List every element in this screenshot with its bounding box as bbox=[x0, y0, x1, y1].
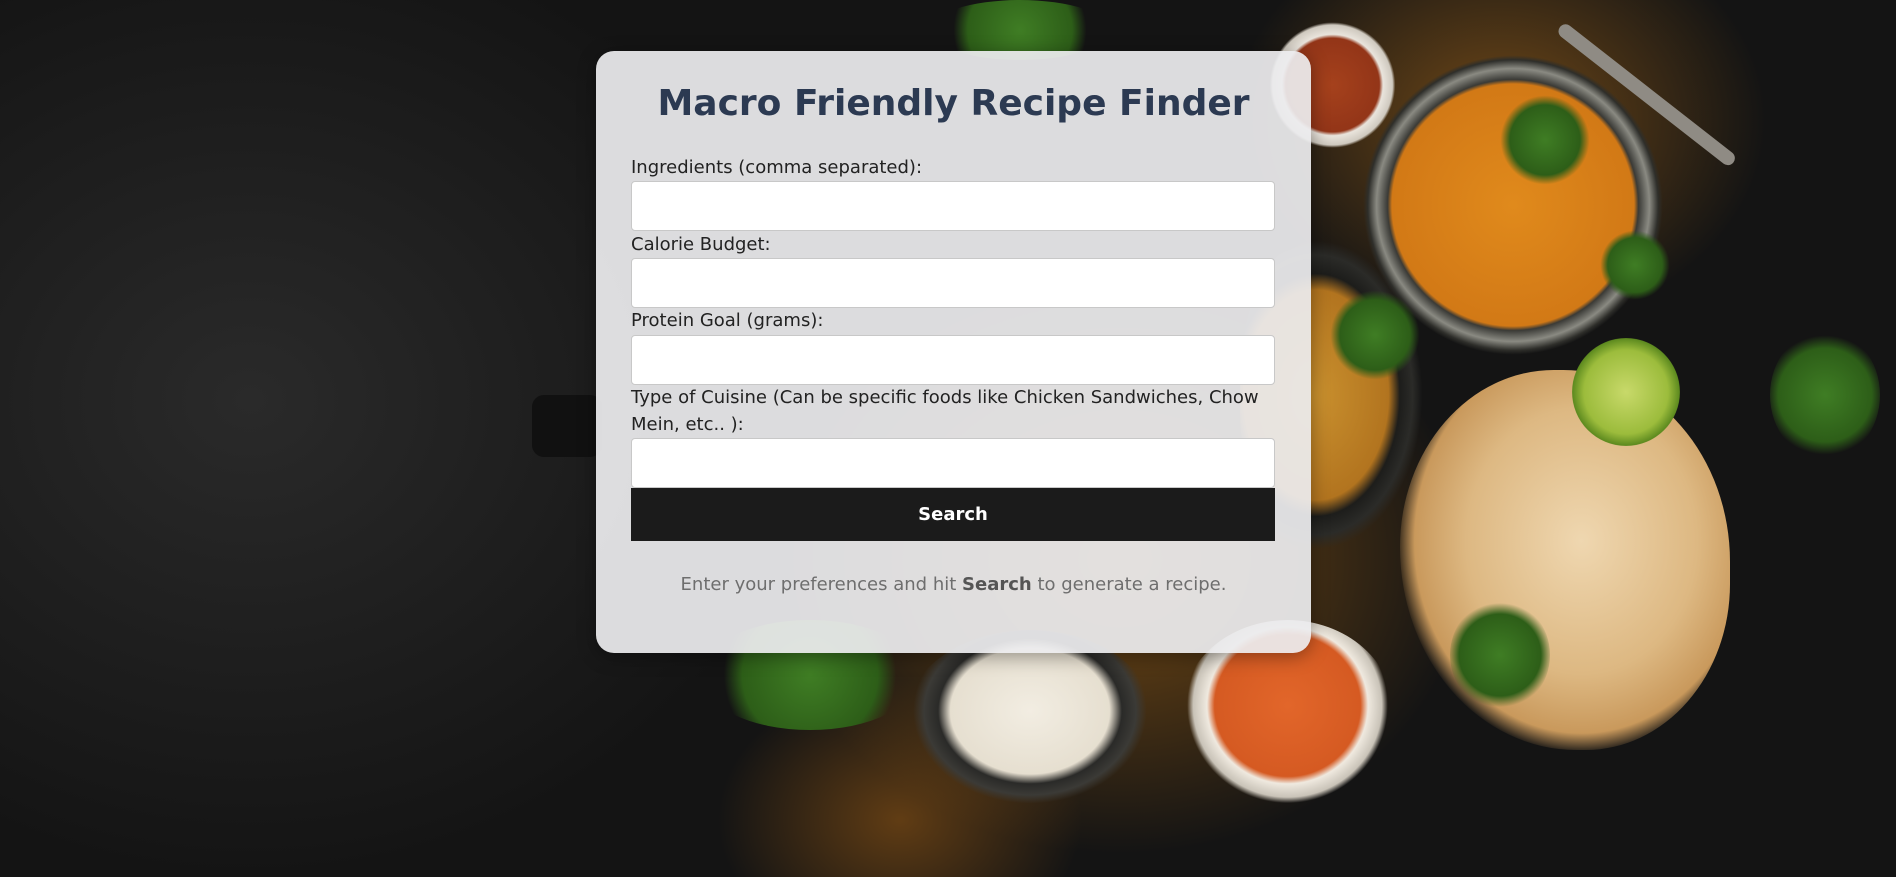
pan-handle-image bbox=[532, 395, 602, 457]
herb-leaf-image bbox=[1330, 290, 1420, 380]
herb-leaf-image bbox=[1770, 330, 1880, 460]
white-rice-bowl-image bbox=[905, 630, 1155, 810]
cuisine-type-label: Type of Cuisine (Can be specific foods l… bbox=[631, 387, 1259, 435]
protein-goal-label: Protein Goal (grams): bbox=[631, 310, 824, 331]
ingredients-label: Ingredients (comma separated): bbox=[631, 157, 923, 178]
herb-leaf-image bbox=[1450, 600, 1550, 710]
ingredients-input[interactable] bbox=[631, 181, 1275, 231]
calorie-budget-label: Calorie Budget: bbox=[631, 234, 771, 255]
instruction-text-emphasis: Search bbox=[962, 574, 1032, 595]
search-button[interactable]: Search bbox=[631, 488, 1275, 541]
protein-goal-input[interactable] bbox=[631, 335, 1275, 385]
herb-leaf-image bbox=[1500, 95, 1590, 185]
naan-bread-image bbox=[1400, 370, 1730, 750]
page-title: Macro Friendly Recipe Finder bbox=[657, 83, 1250, 124]
instruction-text-before: Enter your preferences and hit bbox=[680, 574, 957, 595]
cuisine-type-input[interactable] bbox=[631, 438, 1275, 488]
herb-leaf-image bbox=[1600, 230, 1670, 300]
instruction-text-after: to generate a recipe. bbox=[1037, 574, 1227, 595]
instruction-text: Enter your preferences and hit Search to… bbox=[596, 574, 1311, 595]
lime-image bbox=[1572, 338, 1680, 446]
calorie-budget-input[interactable] bbox=[631, 258, 1275, 308]
recipe-finder-card: Macro Friendly Recipe Finder Ingredients… bbox=[596, 51, 1311, 653]
